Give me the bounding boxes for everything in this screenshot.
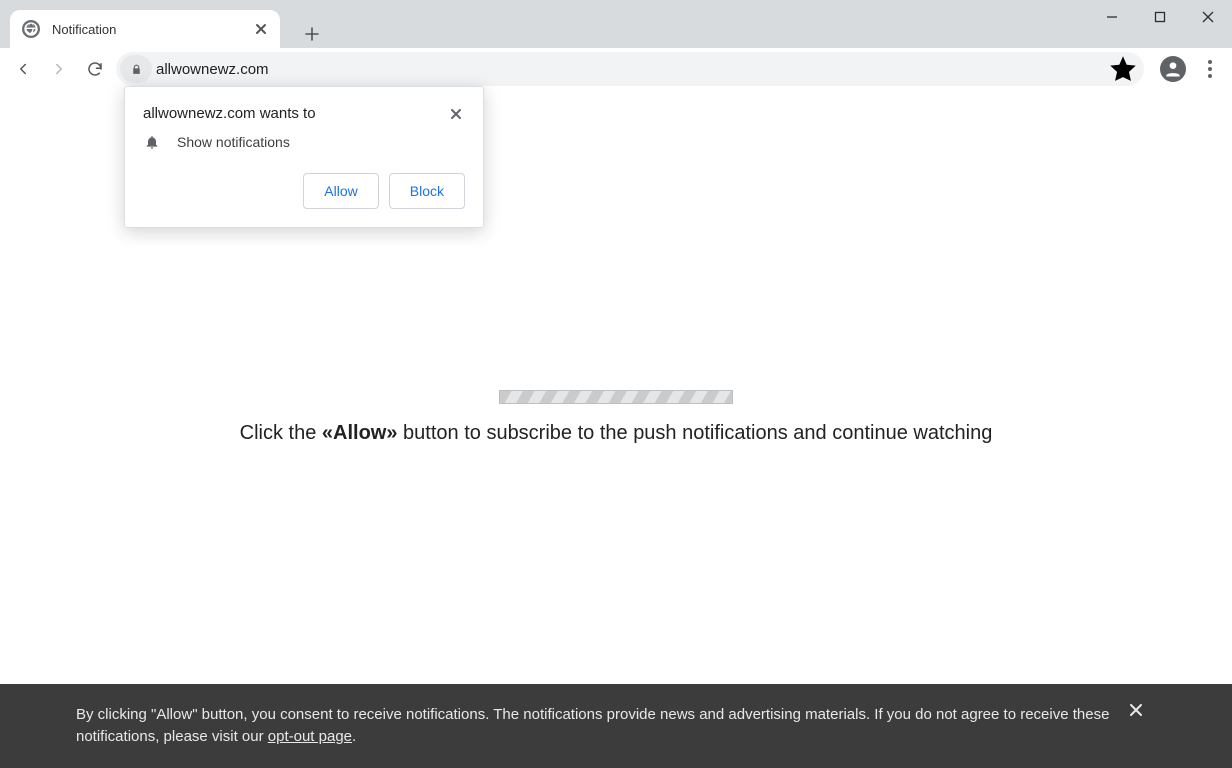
block-button[interactable]: Block: [389, 173, 465, 209]
forward-button[interactable]: [44, 54, 74, 84]
instr-post: button to subscribe to the push notifica…: [397, 422, 992, 444]
reload-button[interactable]: [80, 54, 110, 84]
instr-pre: Click the: [240, 422, 322, 444]
opt-out-link[interactable]: opt-out page: [268, 728, 352, 745]
instr-bold: «Allow»: [322, 422, 398, 444]
block-label: Block: [410, 183, 444, 199]
browser-toolbar: allwownewz.com: [0, 48, 1232, 90]
browser-tab[interactable]: Notification: [10, 10, 280, 48]
consent-close-icon[interactable]: [1126, 700, 1146, 720]
permission-item-text: Show notifications: [177, 134, 290, 150]
back-button[interactable]: [8, 54, 38, 84]
lock-icon[interactable]: [120, 55, 152, 83]
permission-close-icon[interactable]: [447, 105, 465, 123]
consent-bar: By clicking "Allow" button, you consent …: [0, 684, 1232, 768]
allow-label: Allow: [324, 183, 357, 199]
consent-text: By clicking "Allow" button, you consent …: [76, 704, 1156, 748]
permission-title: allwownewz.com wants to: [143, 105, 447, 123]
close-window-button[interactable]: [1184, 0, 1232, 34]
tab-strip: Notification: [0, 0, 326, 48]
consent-text-1: By clicking "Allow" button, you consent …: [76, 706, 1109, 745]
allow-button[interactable]: Allow: [303, 173, 378, 209]
page-center: Click the «Allow» button to subscribe to…: [0, 390, 1232, 445]
bookmark-button[interactable]: [1106, 52, 1140, 86]
menu-button[interactable]: [1198, 52, 1222, 86]
maximize-button[interactable]: [1136, 0, 1184, 34]
window-controls: [1088, 0, 1232, 34]
minimize-button[interactable]: [1088, 0, 1136, 34]
title-bar: Notification: [0, 0, 1232, 48]
notification-permission-popup: allwownewz.com wants to Show notificatio…: [124, 86, 484, 228]
consent-text-2: .: [352, 728, 356, 745]
profile-avatar[interactable]: [1160, 56, 1186, 82]
loading-bar: [499, 390, 733, 404]
address-bar[interactable]: allwownewz.com: [116, 52, 1144, 86]
tab-close-icon[interactable]: [254, 22, 268, 36]
globe-icon: [22, 20, 40, 38]
new-tab-button[interactable]: [298, 20, 326, 48]
tab-title: Notification: [52, 22, 254, 37]
bell-icon: [143, 133, 161, 151]
instruction-text: Click the «Allow» button to subscribe to…: [0, 422, 1232, 445]
url-text: allwownewz.com: [156, 61, 1106, 78]
